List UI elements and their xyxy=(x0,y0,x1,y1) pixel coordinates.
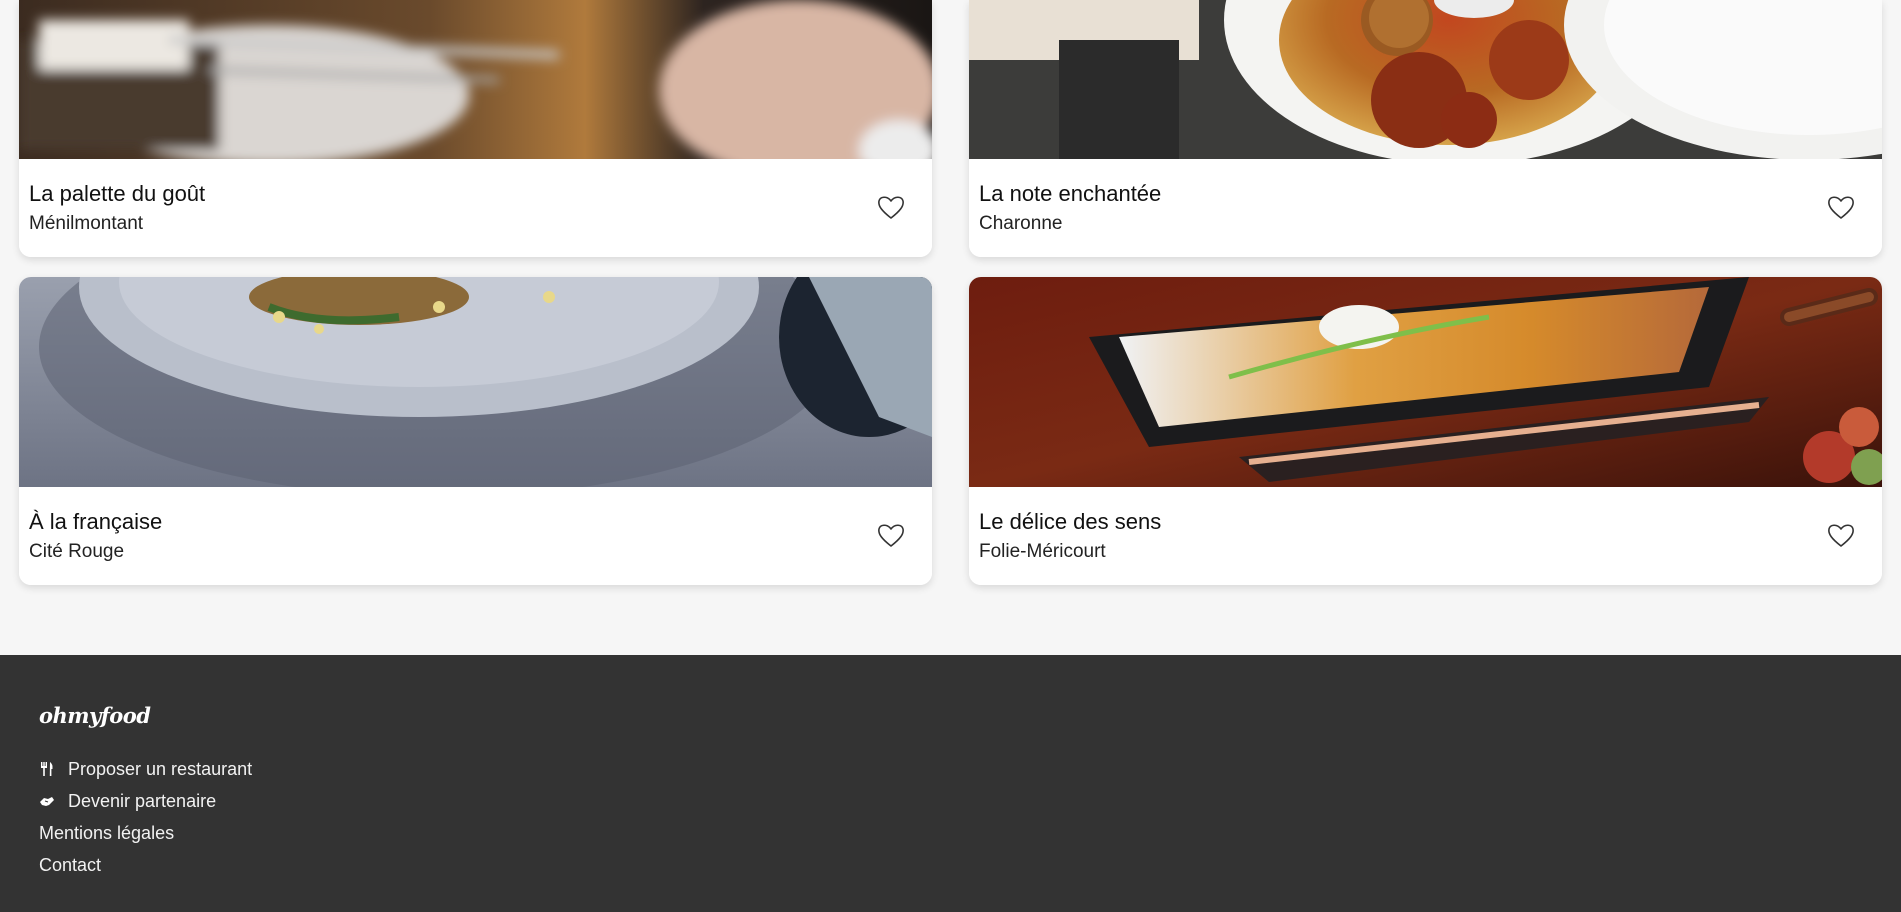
heart-outline-icon[interactable] xyxy=(876,192,906,222)
restaurant-info: La note enchantée Charonne xyxy=(969,159,1882,257)
restaurant-info: La palette du goût Ménilmontant xyxy=(19,159,932,257)
footer-link-become-partner[interactable]: Devenir partenaire xyxy=(39,785,252,817)
handshake-icon xyxy=(40,797,54,806)
restaurant-name[interactable]: La palette du goût xyxy=(29,181,205,207)
footer-link-propose-restaurant[interactable]: Proposer un restaurant xyxy=(39,753,252,785)
restaurant-card[interactable]: À la française Cité Rouge xyxy=(19,277,932,585)
restaurant-card[interactable]: La note enchantée Charonne xyxy=(969,0,1882,257)
site-footer: ohmyfood Proposer un restaurant Devenir … xyxy=(0,655,1901,912)
restaurant-location: Cité Rouge xyxy=(29,541,125,562)
restaurant-location: Folie-Méricourt xyxy=(979,541,1106,562)
footer-links: Proposer un restaurant Devenir partenair… xyxy=(39,753,252,881)
footer-link-label: Devenir partenaire xyxy=(68,790,217,811)
footer-link-label: Mentions légales xyxy=(39,822,175,843)
utensils-icon xyxy=(41,762,53,776)
heart-outline-icon[interactable] xyxy=(1826,520,1856,550)
restaurant-grid: La palette du goût Ménilmontant La note … xyxy=(0,0,1901,655)
restaurant-card[interactable]: La palette du goût Ménilmontant xyxy=(19,0,932,257)
restaurant-location: Ménilmontant xyxy=(29,213,144,234)
heart-outline-icon[interactable] xyxy=(876,520,906,550)
restaurant-photo xyxy=(969,277,1882,487)
restaurant-card[interactable]: Le délice des sens Folie-Méricourt xyxy=(969,277,1882,585)
restaurant-info: À la française Cité Rouge xyxy=(19,487,932,585)
restaurant-name[interactable]: Le délice des sens xyxy=(979,509,1161,535)
restaurant-photo xyxy=(19,277,932,487)
footer-link-legal-notice[interactable]: Mentions légales xyxy=(39,817,252,849)
restaurant-info: Le délice des sens Folie-Méricourt xyxy=(969,487,1882,585)
restaurant-name[interactable]: À la française xyxy=(29,509,162,535)
footer-logo[interactable]: ohmyfood xyxy=(39,703,151,728)
footer-link-label: Contact xyxy=(39,854,102,875)
restaurant-photo xyxy=(969,0,1882,159)
restaurant-location: Charonne xyxy=(979,213,1063,234)
footer-link-label: Proposer un restaurant xyxy=(68,758,253,779)
heart-outline-icon[interactable] xyxy=(1826,192,1856,222)
restaurant-name[interactable]: La note enchantée xyxy=(979,181,1161,207)
footer-link-contact[interactable]: Contact xyxy=(39,849,252,881)
restaurant-photo xyxy=(19,0,932,159)
